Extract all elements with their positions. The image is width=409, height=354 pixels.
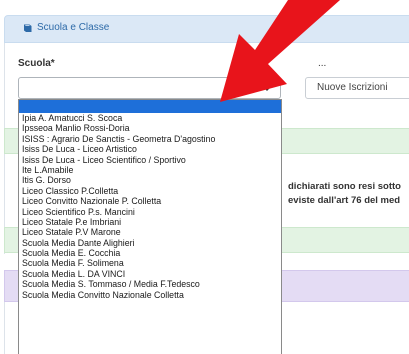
dropdown-option[interactable]: Scuola Media S. Tommaso / Media F.Tedesc… xyxy=(19,279,281,289)
dropdown-option[interactable]: Isiss De Luca - Liceo Artistico xyxy=(19,144,281,154)
dropdown-option[interactable]: Liceo Statale P.V Marone xyxy=(19,227,281,237)
dropdown-option[interactable]: Scuola Media Dante Alighieri xyxy=(19,238,281,248)
dropdown-option[interactable]: Scuola Media Convitto Nazionale Colletta xyxy=(19,290,281,300)
dropdown-option[interactable]: Ite L.Amabile xyxy=(19,165,281,175)
dropdown-option[interactable]: Scuola Media F. Solimena xyxy=(19,258,281,268)
dropdown-option[interactable]: Liceo Convitto Nazionale P. Colletta xyxy=(19,196,281,206)
scuola-label: Scuola* xyxy=(18,58,55,69)
dropdown-option-empty[interactable] xyxy=(19,100,281,113)
panel-title-text: Scuola e Classe xyxy=(37,22,110,33)
tipo-label: ... xyxy=(318,58,327,69)
chevron-down-icon xyxy=(262,85,272,91)
scuola-select[interactable] xyxy=(18,77,281,99)
notice-line-2: eviste dall'art 76 del med xyxy=(288,195,401,206)
dropdown-option[interactable]: Itis G. Dorso xyxy=(19,175,281,185)
panel-header: Scuola e Classe xyxy=(4,15,409,43)
dropdown-option[interactable]: Ipia A. Amatucci S. Scoca xyxy=(19,113,281,123)
panel-title: Scuola e Classe xyxy=(23,22,109,33)
book-icon xyxy=(24,24,32,32)
dropdown-option[interactable]: Scuola Media E. Cocchia xyxy=(19,248,281,258)
tipo-iscrizione-select[interactable]: Nuove Iscrizioni xyxy=(305,77,409,99)
scuola-dropdown-list[interactable]: Ipia A. Amatucci S. Scoca Ipsseoa Manlio … xyxy=(18,99,282,354)
dropdown-option[interactable]: Isiss De Luca - Liceo Scientifico / Spor… xyxy=(19,155,281,165)
dropdown-option[interactable]: Scuola Media L. DA VINCI xyxy=(19,269,281,279)
dropdown-option[interactable]: Ipsseoa Manlio Rossi-Doria xyxy=(19,123,281,133)
tipo-iscrizione-value: Nuove Iscrizioni xyxy=(317,82,388,93)
dropdown-option[interactable]: Liceo Scientifico P.s. Mancini xyxy=(19,207,281,217)
dropdown-option[interactable]: Liceo Classico P.Colletta xyxy=(19,186,281,196)
dropdown-option[interactable]: Liceo Statale P.e Imbriani xyxy=(19,217,281,227)
dropdown-option[interactable]: ISISS : Agrario De Sanctis - Geometra D'… xyxy=(19,134,281,144)
notice-line-1: dichiarati sono resi sotto xyxy=(288,181,401,192)
